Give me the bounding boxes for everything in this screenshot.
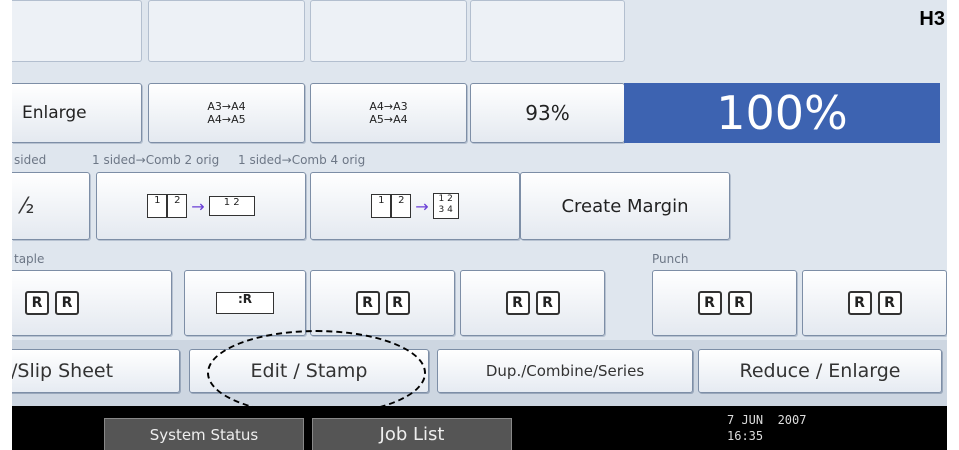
staple-top-left-button[interactable]: RR: [12, 270, 172, 336]
tab-dup-combine-series-label: Dup./Combine/Series: [485, 362, 645, 380]
label-comb-4-orig: 1 sided→Comb 4 orig: [238, 153, 366, 167]
enlarge-a4-a3-button[interactable]: A4→A3 A5→A4: [310, 83, 467, 143]
tab-dup-combine-series[interactable]: Dup./Combine/Series: [437, 349, 693, 393]
staple-label: taple: [14, 252, 45, 266]
tab-slip-sheet-label: /Slip Sheet: [12, 360, 114, 382]
tab-reduce-enlarge[interactable]: Reduce / Enlarge: [698, 349, 942, 393]
booklet-icon: ⁄₂: [22, 193, 35, 219]
staple-position-icon: R: [505, 291, 530, 315]
punch-position-icon: R: [727, 291, 752, 315]
punch-label: Punch: [652, 252, 689, 266]
enlarge-a4-a3-label: A4→A3 A5→A4: [369, 100, 408, 126]
create-margin-button[interactable]: Create Margin: [520, 172, 730, 240]
punch-left-button[interactable]: RR: [652, 270, 797, 336]
system-status-button[interactable]: System Status: [104, 418, 304, 450]
tab-reduce-enlarge-label: Reduce / Enlarge: [739, 360, 901, 382]
staple-top-right-button[interactable]: :R: [184, 270, 306, 336]
label-comb-2-orig: 1 sided→Comb 2 orig: [92, 153, 220, 167]
current-ratio-display: 100%: [624, 83, 940, 143]
enlarge-label: Enlarge: [22, 103, 87, 123]
preset-button-3[interactable]: [310, 0, 467, 62]
comb-2-orig-button[interactable]: 12 → 1 2: [96, 172, 306, 240]
preset-button-4[interactable]: [470, 0, 625, 62]
tab-edit-stamp[interactable]: Edit / Stamp: [189, 349, 429, 393]
reduce-a3-a4-label: A3→A4 A4→A5: [207, 100, 246, 126]
job-list-button[interactable]: Job List: [312, 418, 512, 450]
staple-position-icon: R: [355, 291, 380, 315]
status-bar: System Status Job List 7 JUN 2007 16:35: [12, 406, 947, 450]
comb-4-orig-button[interactable]: 12 → 1 23 4: [310, 172, 520, 240]
four-originals-icon: 12: [371, 194, 412, 218]
date-time-display: 7 JUN 2007 16:35: [727, 412, 806, 444]
preset-button-1[interactable]: [12, 0, 142, 62]
staple-position-icon: R: [535, 291, 560, 315]
tab-edit-stamp-label: Edit / Stamp: [250, 360, 368, 382]
create-margin-label: Create Margin: [561, 195, 689, 217]
arrow-right-icon: →: [415, 196, 429, 216]
copier-screen: Enlarge A3→A4 A4→A5 A4→A3 A5→A4 93% 100%…: [12, 0, 947, 450]
staple-two-left-button[interactable]: RR: [310, 270, 455, 336]
label-1-sided: sided: [14, 153, 47, 167]
custom-ratio-button[interactable]: 93%: [470, 83, 625, 143]
enlarge-button[interactable]: Enlarge: [12, 83, 142, 143]
combined-four-page-icon: 1 23 4: [432, 193, 459, 219]
reduce-a3-a4-button[interactable]: A3→A4 A4→A5: [148, 83, 305, 143]
arrow-right-icon: →: [191, 196, 205, 216]
punch-position-icon: R: [697, 291, 722, 315]
document-label: H3: [919, 8, 945, 30]
system-status-label: System Status: [149, 425, 259, 444]
time-text: 16:35: [727, 429, 764, 443]
staple-two-top-button[interactable]: RR: [460, 270, 605, 336]
staple-position-icon: R: [25, 291, 49, 315]
staple-page-icon: :R: [216, 292, 274, 314]
function-tab-strip: /Slip Sheet Edit / Stamp Dup./Combine/Se…: [12, 340, 947, 406]
staple-position-icon: R: [55, 291, 79, 315]
custom-ratio-label: 93%: [525, 101, 570, 125]
current-ratio-value: 100%: [716, 86, 848, 140]
preset-button-2[interactable]: [148, 0, 305, 62]
punch-top-button[interactable]: RR: [802, 270, 947, 336]
date-text: 7 JUN 2007: [727, 413, 807, 427]
combined-two-page-icon: 1 2: [208, 196, 255, 217]
staple-position-icon: R: [385, 291, 410, 315]
tab-slip-sheet[interactable]: /Slip Sheet: [12, 349, 180, 393]
punch-position-icon: R: [847, 291, 872, 315]
job-list-label: Job List: [379, 424, 445, 445]
1-sided-option-button[interactable]: ⁄₂: [12, 172, 90, 240]
two-originals-icon: 12: [147, 194, 188, 218]
punch-position-icon: R: [877, 291, 902, 315]
